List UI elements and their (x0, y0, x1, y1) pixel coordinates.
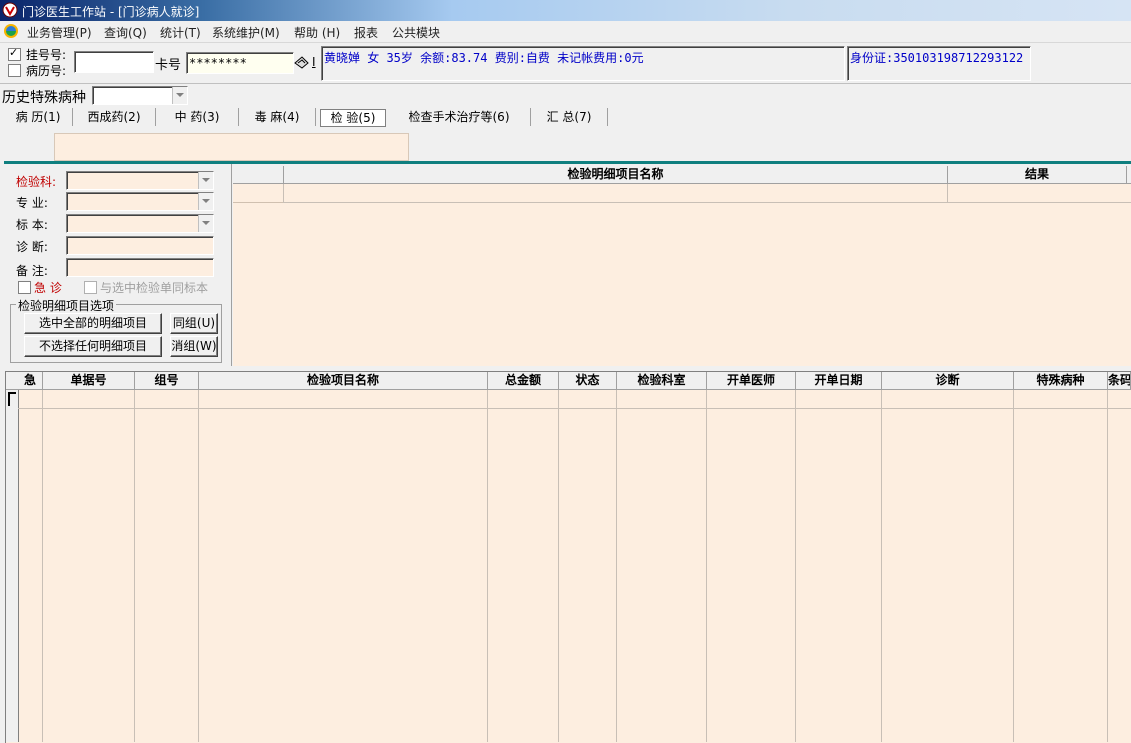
detail-grid-vline (283, 184, 284, 202)
tab-lab-test[interactable]: 检 验(5) (320, 109, 386, 127)
detail-col-extra (1127, 166, 1131, 184)
major-label: 专 业: (16, 196, 48, 210)
urgent-checkbox[interactable] (18, 281, 31, 294)
title-bar: 门诊医生工作站 - [门诊病人就诊] (0, 0, 1131, 21)
row-header-column (6, 408, 19, 742)
same-group-button[interactable]: 同组(U) (170, 313, 218, 334)
menu-report[interactable]: 报表 (354, 24, 378, 41)
history-disease-label: 历史特殊病种 (2, 90, 86, 106)
urgent-label: 急 诊 (34, 281, 62, 295)
tab-western-medicine[interactable]: 西成药(2) (73, 108, 156, 126)
chevron-down-icon[interactable] (198, 193, 213, 210)
reg-no-input[interactable] (74, 51, 154, 73)
main-col-date[interactable]: 开单日期 (796, 372, 882, 390)
menu-public[interactable]: 公共模块 (392, 24, 440, 41)
main-col-group-no[interactable]: 组号 (135, 372, 199, 390)
note-label: 备 注: (16, 264, 48, 278)
patient-info-text: 黄晓婵 女 35岁 余额:83.74 费别:自费 未记帐费用:0元 (324, 51, 644, 65)
menu-statistics[interactable]: 统计(T) (160, 24, 201, 41)
main-col-urgent[interactable]: 急 (18, 372, 43, 390)
main-col-status[interactable]: 状态 (559, 372, 617, 390)
main-col-lab-dept[interactable]: 检验科室 (617, 372, 707, 390)
patient-info-box: 黄晓婵 女 35岁 余额:83.74 费别:自费 未记帐费用:0元 (321, 46, 845, 81)
card-reader-icon[interactable] (293, 54, 311, 70)
splitter[interactable] (228, 164, 232, 366)
menu-system[interactable]: 系统维护(M) (212, 24, 280, 41)
main-col-doc-no[interactable]: 单据号 (43, 372, 135, 390)
main-grid-vline (198, 390, 199, 742)
main-col-doctor[interactable]: 开单医师 (707, 372, 796, 390)
tab-medical-record[interactable]: 病 历(1) (4, 108, 73, 126)
detail-grid-row-line (233, 202, 1131, 203)
main-grid-row-line (18, 408, 1131, 409)
main-grid-vline (616, 390, 617, 742)
tab-summary[interactable]: 汇 总(7) (531, 108, 608, 126)
window-title: 门诊医生工作站 - [门诊病人就诊] (22, 5, 200, 19)
main-grid-vline (706, 390, 707, 742)
app-icon (2, 2, 18, 18)
main-grid-vline (487, 390, 488, 742)
options-group-title: 检验明细项目选项 (16, 297, 117, 314)
note-input[interactable] (66, 258, 214, 277)
main-col-special-disease[interactable]: 特殊病种 (1014, 372, 1108, 390)
main-grid-vline (134, 390, 135, 742)
main-col-barcode[interactable]: 条码 (1108, 372, 1131, 390)
main-col-item-name[interactable]: 检验项目名称 (199, 372, 488, 390)
record-no-label: 病历号: (26, 64, 67, 78)
chevron-down-icon[interactable] (198, 172, 213, 189)
reg-no-checkbox[interactable] (8, 46, 21, 61)
reg-no-label: 挂号号: (26, 48, 67, 62)
detail-grid-row[interactable] (233, 184, 283, 203)
select-none-button[interactable]: 不选择任何明细项目 (24, 336, 162, 357)
tab-chinese-medicine[interactable]: 中 药(3) (156, 108, 239, 126)
detail-grid (233, 166, 1131, 366)
same-specimen-checkbox[interactable] (84, 281, 97, 294)
main-grid-vline (1013, 390, 1014, 742)
tab-narcotics[interactable]: 毒 麻(4) (239, 108, 316, 126)
menu-help[interactable]: 帮助 (H) (294, 24, 340, 41)
detail-col-name[interactable]: 检验明细项目名称 (284, 166, 948, 184)
main-grid-vline (558, 390, 559, 742)
main-grid (5, 371, 1131, 743)
ungroup-button[interactable]: 消组(W) (170, 336, 218, 357)
main-grid-vline (881, 390, 882, 742)
id-card-box: 身份证:350103198712293122 (847, 46, 1031, 81)
detail-grid-corner (233, 166, 284, 184)
main-grid-vline (1107, 390, 1108, 742)
card-no-label: 卡号 (155, 58, 182, 73)
main-col-total-amount[interactable]: 总金额 (488, 372, 559, 390)
main-col-diagnosis[interactable]: 诊断 (882, 372, 1014, 390)
panel-divider (4, 161, 1131, 164)
main-grid-vline (42, 390, 43, 742)
specimen-select[interactable] (66, 214, 214, 233)
same-specimen-label: 与选中检验单同标本 (100, 281, 209, 295)
dept-select[interactable] (66, 171, 214, 190)
specimen-label: 标 本: (16, 218, 48, 232)
record-no-checkbox[interactable] (8, 64, 21, 77)
card-reader-shortcut[interactable]: I (312, 55, 316, 69)
menu-bar: 业务管理(P) 查询(Q) 统计(T) 系统维护(M) 帮助 (H) 报表 公共… (0, 21, 1131, 43)
diagnosis-input[interactable] (66, 236, 214, 255)
dept-label: 检验科: (16, 175, 57, 189)
menu-business[interactable]: 业务管理(P) (27, 24, 92, 41)
menu-query[interactable]: 查询(Q) (104, 24, 147, 41)
chevron-down-icon[interactable] (172, 87, 187, 104)
card-no-input[interactable]: ******** (186, 52, 294, 74)
major-select[interactable] (66, 192, 214, 211)
tab-toolbar-area (54, 133, 409, 161)
select-all-button[interactable]: 选中全部的明细项目 (24, 313, 162, 334)
main-grid-vline (795, 390, 796, 742)
app-logo-icon (4, 24, 18, 38)
tab-exam-surgery[interactable]: 检查手术治疗等(6) (388, 108, 531, 126)
diagnosis-label: 诊 断: (16, 240, 48, 254)
row-pointer-icon (8, 392, 16, 406)
detail-col-result[interactable]: 结果 (948, 166, 1127, 184)
history-disease-select[interactable] (92, 86, 188, 105)
detail-grid-vline (947, 184, 948, 202)
chevron-down-icon[interactable] (198, 215, 213, 232)
id-card-text: 身份证:350103198712293122 (850, 51, 1024, 65)
row-indicator[interactable] (6, 390, 19, 409)
